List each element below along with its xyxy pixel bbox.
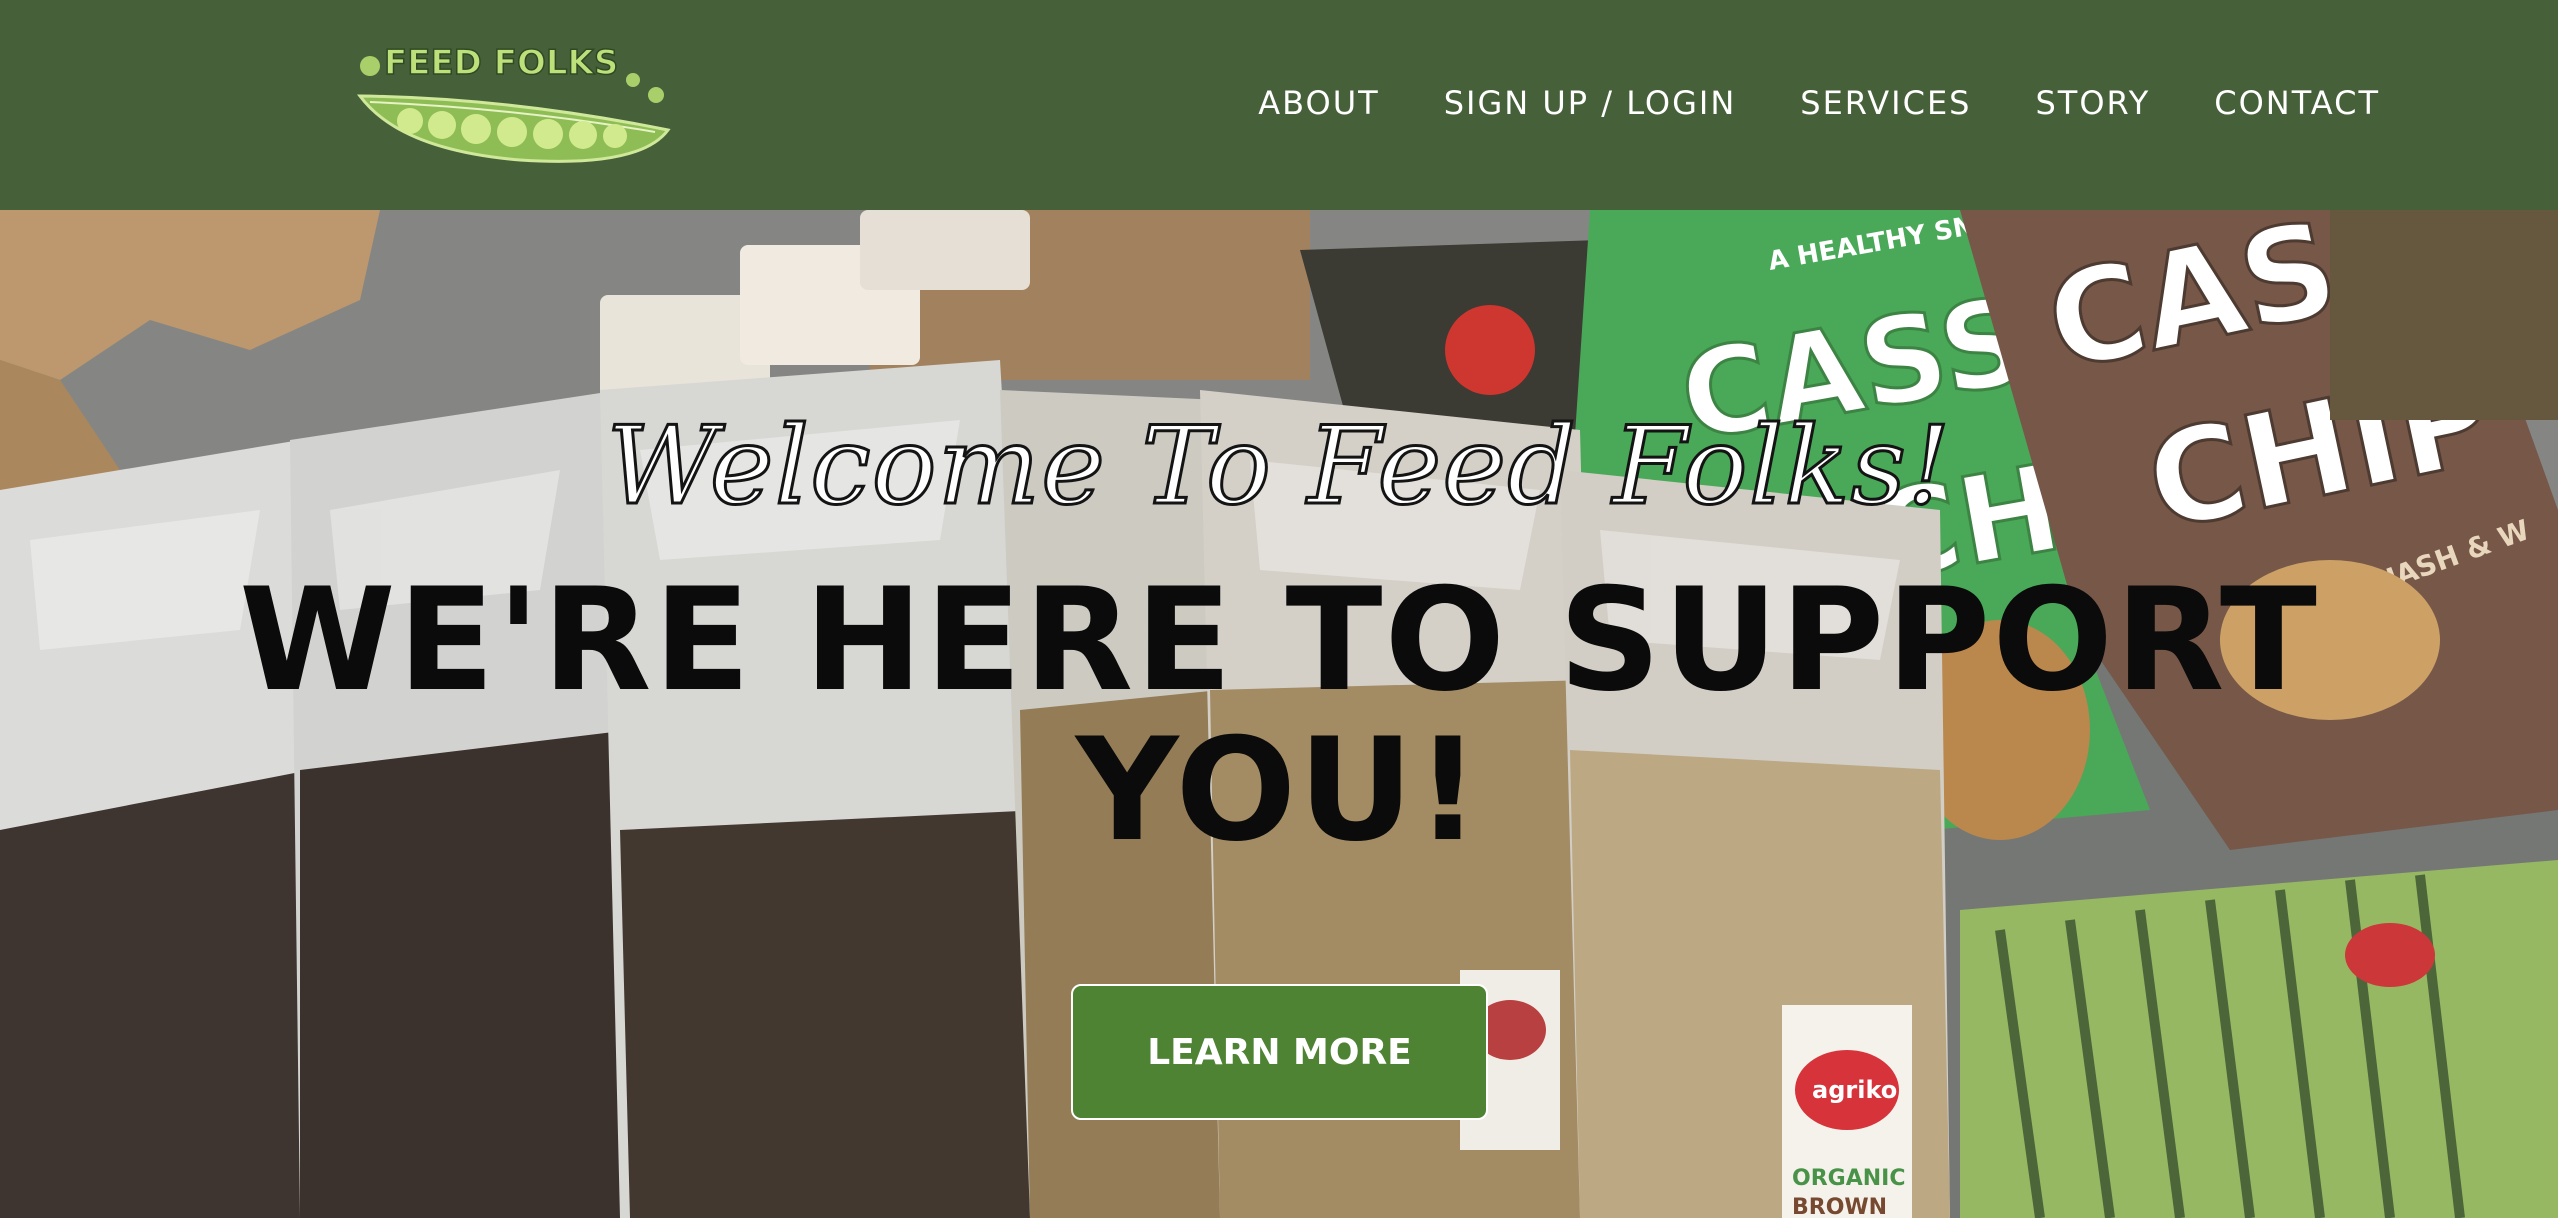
feed-folks-logo[interactable]: FEED FOLKS — [350, 38, 675, 168]
nav-contact[interactable]: CONTACT — [2214, 78, 2380, 128]
pea-pod-logo-icon: FEED FOLKS — [356, 42, 671, 163]
welcome-heading: Welcome To Feed Folks! — [605, 403, 1952, 531]
hero-headline: WE'RE HERE TO SUPPORT YOU! — [239, 558, 2319, 873]
nav-story[interactable]: STORY — [2035, 78, 2150, 128]
logo-wordmark: FEED FOLKS — [384, 43, 618, 83]
nav-about[interactable]: ABOUT — [1258, 78, 1379, 128]
nav-services[interactable]: SERVICES — [1800, 78, 1971, 128]
learn-more-button[interactable]: LEARN MORE — [1071, 984, 1488, 1120]
hero-content: Welcome To Feed Folks! WE'RE HERE TO SUP… — [0, 210, 2558, 1218]
hero-section: A HEALTHY SNACK CASSA CHIP CASSA CHIP WI… — [0, 210, 2558, 1218]
site-header: FEED FOLKS ABOUT SIGN UP / LOGIN SERVICE… — [0, 0, 2558, 210]
nav-signup-login[interactable]: SIGN UP / LOGIN — [1444, 78, 1737, 128]
main-nav: ABOUT SIGN UP / LOGIN SERVICES STORY CON… — [1258, 78, 2380, 128]
